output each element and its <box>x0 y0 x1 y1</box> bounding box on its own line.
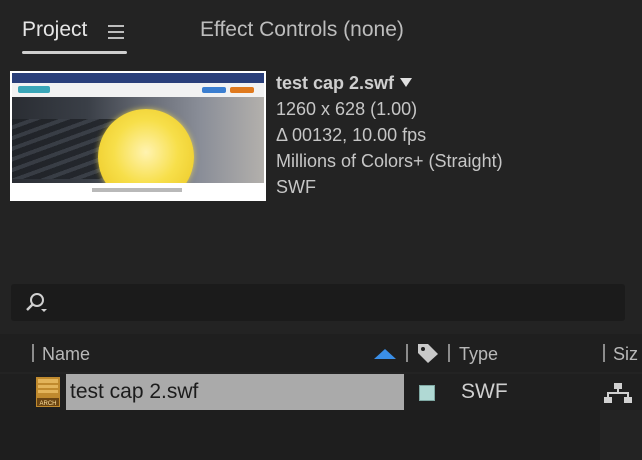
label-tag-icon[interactable] <box>416 342 440 364</box>
column-size[interactable]: Siz <box>613 344 638 365</box>
column-divider[interactable] <box>406 344 408 362</box>
caret-down-icon[interactable] <box>400 78 413 87</box>
footage-dimensions: 1260 x 628 (1.00) <box>276 99 418 119</box>
footage-filename: test cap 2.swf <box>276 73 395 93</box>
column-divider[interactable] <box>603 344 605 362</box>
thumbnail-nav <box>12 83 264 97</box>
thumbnail-button-blue <box>202 87 226 93</box>
footage-color: Millions of Colors+ (Straight) <box>276 151 503 171</box>
panel-tabs: Project Effect Controls (none) <box>0 0 642 60</box>
footage-info: test cap 2.swf 1260 x 628 (1.00) Δ 00132… <box>276 70 503 200</box>
archive-icon: ARCH <box>36 377 60 407</box>
footage-thumbnail <box>10 71 266 201</box>
column-header: Name Type Siz <box>0 334 642 372</box>
thumbnail-footer <box>12 183 264 199</box>
search-input[interactable] <box>73 290 617 316</box>
thumbnail-logo <box>18 86 50 93</box>
panel-menu-icon[interactable] <box>108 25 124 39</box>
column-divider[interactable] <box>448 344 450 362</box>
thumbnail-topbar <box>12 73 264 83</box>
project-item-row[interactable]: ARCH test cap 2.swf SWF <box>0 374 642 410</box>
column-type[interactable]: Type <box>459 344 498 365</box>
project-list-empty-area[interactable] <box>0 410 642 460</box>
footage-name-row[interactable]: test cap 2.swf <box>276 70 503 96</box>
footage-format: SWF <box>276 177 316 197</box>
active-tab-indicator <box>22 51 127 54</box>
column-divider[interactable] <box>32 344 34 362</box>
thumbnail-hero <box>12 97 264 199</box>
sort-ascending-icon[interactable] <box>374 349 396 359</box>
label-color-swatch[interactable] <box>419 385 435 401</box>
item-type: SWF <box>461 380 508 403</box>
item-name[interactable]: test cap 2.swf <box>70 380 198 404</box>
thumbnail-footer-text <box>92 188 182 192</box>
search-bar[interactable] <box>11 284 625 321</box>
tab-effect-controls[interactable]: Effect Controls (none) <box>200 18 404 42</box>
search-icon[interactable] <box>25 292 47 314</box>
column-name[interactable]: Name <box>42 344 90 365</box>
footage-duration: Δ 00132, 10.00 fps <box>276 125 427 145</box>
thumbnail-button-orange <box>230 87 254 93</box>
flowchart-icon[interactable] <box>603 382 633 404</box>
tab-project[interactable]: Project <box>22 18 87 42</box>
svg-text:ARCH: ARCH <box>39 401 56 407</box>
size-column-strip <box>600 410 642 460</box>
